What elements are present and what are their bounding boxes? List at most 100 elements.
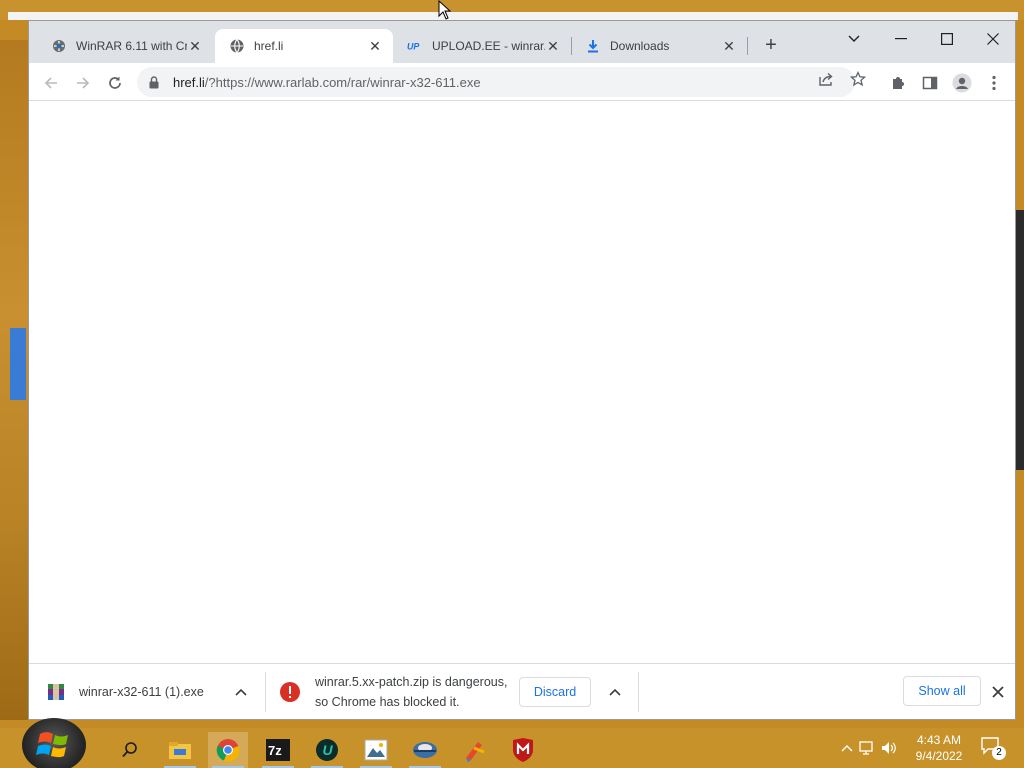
background-window-fragment	[10, 328, 26, 400]
avatar-icon	[952, 73, 972, 93]
download-item-winrar[interactable]: winrar-x32-611 (1).exe	[47, 664, 261, 720]
download-filename: winrar-x32-611 (1).exe	[79, 685, 204, 699]
clock-time: 4:43 AM	[916, 733, 962, 747]
tab-close-icon[interactable]: ✕	[545, 38, 561, 54]
download-icon	[585, 38, 601, 54]
download-separator	[265, 672, 266, 712]
tab-href-li[interactable]: href.li ✕	[215, 29, 393, 63]
action-center-button[interactable]: 2	[980, 736, 1006, 760]
address-bar[interactable]: href.li/?https://www.rarlab.com/rar/winr…	[137, 67, 855, 97]
app-icon	[413, 742, 437, 758]
close-window-button[interactable]	[970, 25, 1016, 53]
minimize-icon	[895, 38, 907, 40]
taskbar-7zip[interactable]: 7z	[258, 732, 298, 768]
forward-button[interactable]	[69, 69, 97, 97]
tab-close-icon[interactable]: ✕	[367, 38, 383, 54]
maximize-icon	[941, 33, 953, 45]
upload-ee-icon: UP	[407, 38, 423, 54]
menu-button[interactable]	[980, 69, 1008, 97]
download-options-chevron-icon[interactable]	[233, 684, 249, 700]
warning-line-2: so Chrome has blocked it.	[315, 695, 460, 709]
tab-close-icon[interactable]: ✕	[721, 38, 737, 54]
winrar-site-icon	[51, 38, 67, 54]
url-text: href.li/?https://www.rarlab.com/rar/winr…	[173, 75, 481, 90]
tab-title: Downloads	[610, 39, 670, 53]
ccleaner-icon	[466, 742, 485, 762]
tab-strip: WinRAR 6.11 with Cra ✕ href.li ✕ UP UPLO…	[29, 21, 1015, 63]
system-tray	[838, 728, 900, 768]
browser-toolbar: href.li/?https://www.rarlab.com/rar/winr…	[29, 63, 1015, 101]
globe-icon	[229, 38, 245, 54]
tab-downloads[interactable]: Downloads ✕	[571, 29, 747, 63]
winrar-file-icon	[47, 683, 65, 701]
discard-button[interactable]: Discard	[519, 677, 591, 707]
taskbar-clock[interactable]: 4:43 AM 9/4/2022	[908, 732, 970, 764]
download-item-blocked: winrar.5.xx-patch.zip is dangerous, so C…	[279, 664, 519, 720]
taskbar-ubisoft[interactable]: U	[307, 732, 347, 768]
url-path: /?https://www.rarlab.com/rar/winrar-x32-…	[204, 74, 481, 90]
forward-arrow-icon	[77, 77, 90, 89]
reload-button[interactable]	[101, 69, 129, 97]
close-icon	[987, 33, 999, 45]
show-all-button[interactable]: Show all	[903, 676, 981, 706]
ubisoft-icon: U	[316, 739, 338, 761]
tab-search-button[interactable]	[831, 25, 877, 53]
search-icon	[122, 742, 137, 758]
start-button[interactable]	[22, 718, 86, 768]
tray-overflow-chevron-icon[interactable]	[838, 744, 856, 752]
taskbar-chrome[interactable]	[208, 732, 248, 768]
tab-title: WinRAR 6.11 with Cra	[76, 39, 187, 53]
taskbar-search-button[interactable]	[110, 732, 150, 768]
svg-text:7z: 7z	[268, 743, 282, 758]
page-content	[29, 101, 1015, 663]
tab-separator	[747, 37, 748, 55]
clock-date: 9/4/2022	[915, 749, 963, 763]
back-button[interactable]	[37, 69, 65, 97]
download-shelf: winrar-x32-611 (1).exe winrar.5.xx-patch…	[29, 663, 1015, 719]
background-window-right	[1016, 210, 1024, 470]
svg-text:U: U	[323, 742, 334, 758]
url-host: href.li	[173, 74, 205, 90]
taskbar-file-explorer[interactable]	[160, 732, 200, 768]
file-explorer-icon	[169, 742, 191, 759]
tab-close-icon[interactable]: ✕	[187, 38, 203, 54]
taskbar-mcafee[interactable]	[503, 732, 543, 768]
taskbar-ccleaner[interactable]	[454, 732, 494, 768]
photos-icon	[364, 739, 388, 761]
taskbar-app[interactable]	[405, 732, 445, 768]
lock-icon[interactable]	[149, 75, 163, 89]
danger-icon	[279, 681, 301, 703]
download-separator	[638, 672, 639, 712]
volume-icon[interactable]	[878, 741, 900, 755]
background-window-edge	[8, 12, 1018, 20]
mcafee-icon	[513, 738, 533, 762]
maximize-button[interactable]	[924, 25, 970, 53]
reload-icon	[109, 76, 121, 89]
side-panel-button[interactable]	[916, 69, 944, 97]
new-tab-button[interactable]: +	[761, 35, 781, 55]
windows-logo-icon	[36, 732, 68, 758]
profile-button[interactable]	[948, 69, 976, 97]
svg-text:UP: UP	[407, 42, 419, 52]
tab-title: UPLOAD.EE - winrar.5	[432, 39, 545, 53]
kebab-menu-icon	[992, 75, 996, 91]
share-icon[interactable]	[817, 70, 835, 88]
back-arrow-icon	[44, 77, 57, 89]
minimize-button[interactable]	[878, 25, 924, 53]
mouse-cursor-icon	[438, 0, 452, 23]
tab-upload-ee[interactable]: UP UPLOAD.EE - winrar.5 ✕	[393, 29, 571, 63]
chrome-window: WinRAR 6.11 with Cra ✕ href.li ✕ UP UPLO…	[28, 20, 1016, 720]
network-icon[interactable]	[856, 741, 878, 755]
bookmark-star-icon[interactable]	[849, 70, 867, 88]
windows-taskbar: 7z U 4:43 AM 9/4/2022 2	[0, 718, 1024, 768]
taskbar-photos[interactable]	[356, 732, 396, 768]
tab-winrar[interactable]: WinRAR 6.11 with Cra ✕	[37, 29, 213, 63]
extensions-button[interactable]	[884, 69, 912, 97]
download-warning-text: winrar.5.xx-patch.zip is dangerous, so C…	[315, 672, 507, 712]
download-options-chevron-icon[interactable]	[607, 684, 623, 700]
chrome-icon	[216, 739, 240, 762]
desktop-background-right	[1016, 470, 1024, 720]
7zip-icon: 7z	[266, 739, 290, 761]
side-panel-icon	[922, 76, 938, 90]
close-shelf-icon[interactable]	[990, 684, 1006, 700]
